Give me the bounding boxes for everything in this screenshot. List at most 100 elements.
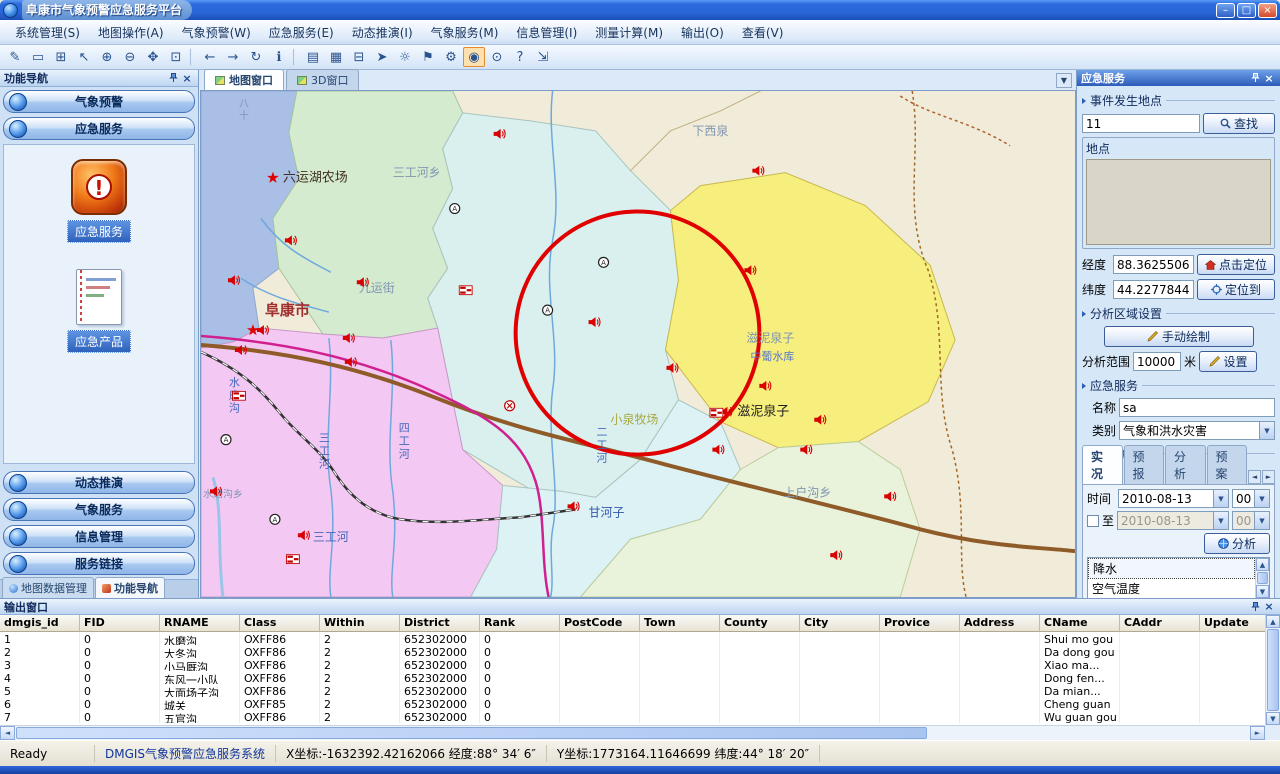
identify-icon[interactable]: ℹ	[268, 47, 290, 67]
start-date-select[interactable]: 2010-08-13 ▼	[1118, 489, 1229, 508]
menu-item[interactable]: 气象预警(W)	[173, 21, 260, 44]
chevron-down-icon[interactable]: ▼	[1254, 512, 1269, 529]
menu-item[interactable]: 地图操作(A)	[89, 21, 173, 44]
layers-icon[interactable]: ▤	[302, 47, 324, 67]
pin-icon[interactable]	[166, 72, 180, 85]
map-canvas[interactable]: A	[201, 91, 1075, 597]
manual-draw-button[interactable]: 手动绘制	[1104, 326, 1254, 347]
column-header[interactable]: CName	[1040, 615, 1120, 632]
eye-icon[interactable]: ⊙	[486, 47, 508, 67]
nav-button[interactable]: 服务链接	[3, 552, 195, 575]
location-search-input[interactable]	[1082, 114, 1200, 133]
shortcut-emergency-product[interactable]: 应急产品	[67, 269, 131, 353]
scroll-down-icon[interactable]: ▼	[1266, 712, 1280, 725]
service-type-select[interactable]: 气象和洪水灾害 ▼	[1119, 421, 1275, 440]
menu-item[interactable]: 查看(V)	[733, 21, 793, 44]
end-hour-select[interactable]: 00 ▼	[1232, 511, 1270, 530]
to-checkbox[interactable]	[1087, 515, 1099, 527]
latitude-input[interactable]	[1113, 280, 1194, 299]
image-export-icon[interactable]: ▦	[325, 47, 347, 67]
nav-button[interactable]: 信息管理	[3, 525, 195, 548]
click-locate-button[interactable]: 点击定位	[1197, 254, 1275, 275]
tab-scroll-left-icon[interactable]: ◄	[1248, 470, 1261, 484]
bulb-icon[interactable]: ☼	[394, 47, 416, 67]
pointer-icon[interactable]: ↖	[73, 47, 95, 67]
column-header[interactable]: FID	[80, 615, 160, 632]
table-row[interactable]: 10水磨沟OXFF8626523020000Shui mo gou	[0, 632, 1265, 645]
close-icon[interactable]: ×	[180, 72, 194, 85]
select-arrow-icon[interactable]: ➤	[371, 47, 393, 67]
analysis-tab[interactable]: 预报	[1124, 445, 1165, 484]
set-range-button[interactable]: 设置	[1199, 351, 1257, 372]
zoom-out-icon[interactable]: ⊖	[119, 47, 141, 67]
restore-button[interactable]: □	[1237, 3, 1256, 18]
table-row[interactable]: 40东风一小队OXFF8626523020000Dong fen...	[0, 671, 1265, 684]
column-header[interactable]: Address	[960, 615, 1040, 632]
menu-item[interactable]: 气象服务(M)	[422, 21, 508, 44]
refresh-icon[interactable]: ↻	[245, 47, 267, 67]
export-icon[interactable]: ⇲	[532, 47, 554, 67]
scroll-up-icon[interactable]: ▲	[1266, 615, 1280, 628]
locate-to-button[interactable]: 定位到	[1197, 279, 1275, 300]
column-header[interactable]: Town	[640, 615, 720, 632]
start-hour-select[interactable]: 00 ▼	[1232, 489, 1270, 508]
table-row[interactable]: 50大面场子沟OXFF8626523020000Da mian...	[0, 684, 1265, 697]
nav-button[interactable]: 气象服务	[3, 498, 195, 521]
table-row[interactable]: 70五官沟OXFF8626523020000Wu guan gou	[0, 710, 1265, 723]
search-button[interactable]: 查找	[1203, 113, 1275, 134]
table-row[interactable]: 20大冬沟OXFF8626523020000Da dong gou	[0, 645, 1265, 658]
panel-tab[interactable]: 地图数据管理	[2, 577, 94, 598]
analyze-button[interactable]: 分析	[1204, 533, 1270, 554]
panel-tab[interactable]: 功能导航	[95, 577, 165, 598]
chevron-down-icon[interactable]: ▼	[1254, 490, 1269, 507]
service-name-input[interactable]	[1119, 398, 1275, 417]
map-tab-dropdown-icon[interactable]: ▼	[1056, 73, 1072, 88]
output-vscroll[interactable]: ▲ ▼	[1265, 615, 1280, 725]
menu-item[interactable]: 应急服务(E)	[260, 21, 343, 44]
next-view-icon[interactable]: →	[222, 47, 244, 67]
full-extent-icon[interactable]: ⊡	[165, 47, 187, 67]
analysis-tab[interactable]: 分析	[1165, 445, 1206, 484]
nav-button[interactable]: 动态推演	[3, 471, 195, 494]
nav-button[interactable]: 应急服务	[3, 117, 195, 140]
menu-item[interactable]: 输出(O)	[672, 21, 733, 44]
menu-item[interactable]: 信息管理(I)	[507, 21, 586, 44]
column-header[interactable]: City	[800, 615, 880, 632]
flag-marker[interactable]	[710, 408, 723, 417]
table-row[interactable]: 30小马厩沟OXFF8626523020000Xiao ma...	[0, 658, 1265, 671]
close-button[interactable]: ×	[1258, 3, 1277, 18]
globe-search-icon[interactable]: ◉	[463, 47, 485, 67]
column-header[interactable]: RNAME	[160, 615, 240, 632]
shortcut-emergency-service[interactable]: ! 应急服务	[67, 159, 131, 243]
menu-item[interactable]: 系统管理(S)	[6, 21, 89, 44]
station-marker-red[interactable]	[505, 401, 515, 411]
location-list[interactable]	[1086, 159, 1271, 245]
chevron-down-icon[interactable]: ▼	[1213, 512, 1228, 529]
pin-icon[interactable]	[1248, 72, 1262, 85]
flag-tool-icon[interactable]: ⚑	[417, 47, 439, 67]
select-rect-icon[interactable]: ▭	[27, 47, 49, 67]
station-marker[interactable]	[270, 514, 280, 524]
select-add-icon[interactable]: ⊞	[50, 47, 72, 67]
list-scrollbar[interactable]: ▲ ▼	[1255, 558, 1269, 598]
nav-button[interactable]: 气象预警	[3, 90, 195, 113]
column-header[interactable]: dmgis_id	[0, 615, 80, 632]
edit-tool-icon[interactable]: ✎	[4, 47, 26, 67]
zoom-in-icon[interactable]: ⊕	[96, 47, 118, 67]
minimize-button[interactable]: –	[1216, 3, 1235, 18]
analysis-tab[interactable]: 预案	[1207, 445, 1248, 484]
analysis-range-input[interactable]	[1133, 352, 1181, 371]
station-marker[interactable]	[599, 257, 609, 267]
map-tab[interactable]: 地图窗口	[204, 69, 284, 90]
station-marker[interactable]	[221, 435, 231, 445]
column-header[interactable]: Rank	[480, 615, 560, 632]
column-header[interactable]: County	[720, 615, 800, 632]
scroll-left-icon[interactable]: ◄	[0, 726, 15, 740]
column-header[interactable]: CAddr	[1120, 615, 1200, 632]
map-viewport[interactable]: A	[200, 90, 1076, 598]
longitude-input[interactable]	[1113, 255, 1194, 274]
settings-gear-icon[interactable]: ⚙	[440, 47, 462, 67]
list-item[interactable]: 降水	[1088, 558, 1255, 579]
chevron-down-icon[interactable]: ▼	[1259, 422, 1274, 439]
scroll-up-icon[interactable]: ▲	[1256, 558, 1269, 571]
